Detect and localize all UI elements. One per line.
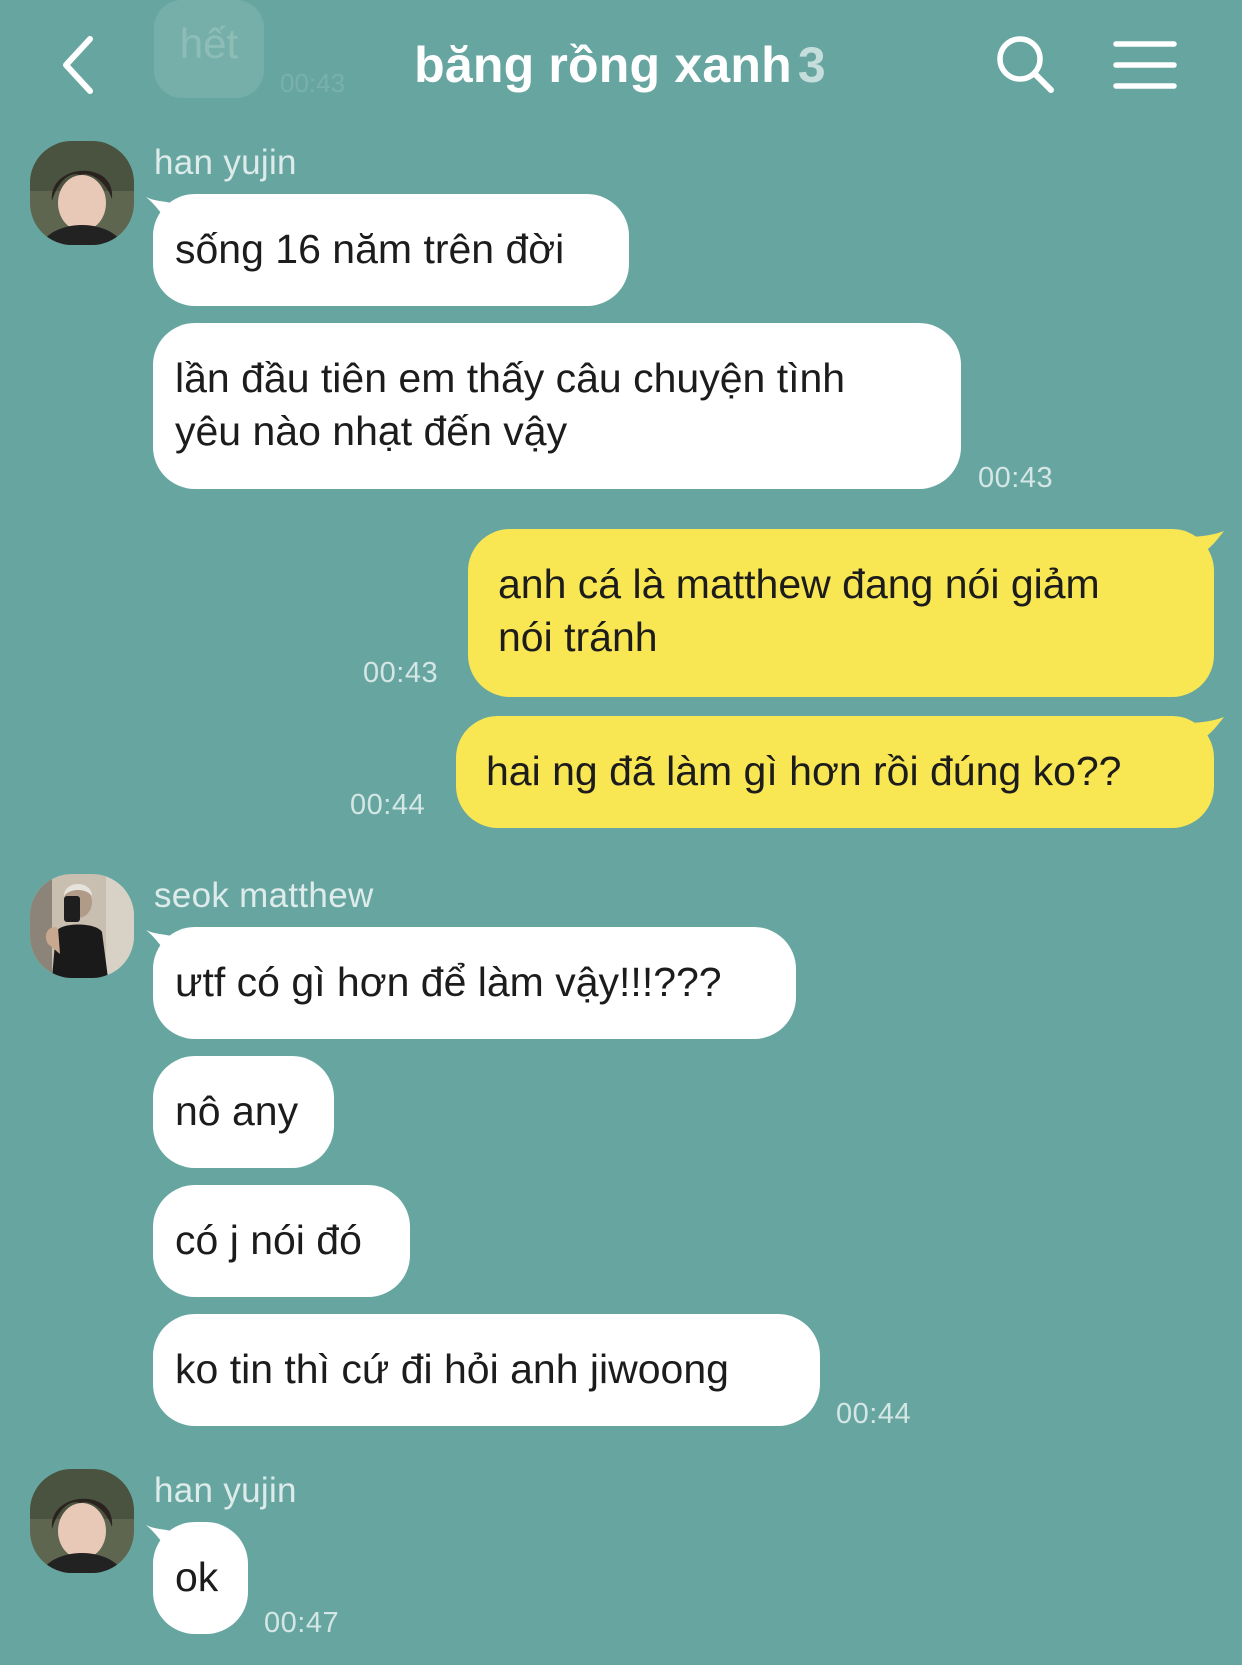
message-bubble[interactable]: ưtf có gì hơn để làm vậy!!!???: [153, 927, 796, 1039]
message-text-line: nói tránh: [498, 614, 658, 660]
message-bubble[interactable]: ko tin thì cứ đi hỏi anh jiwoong: [153, 1314, 820, 1426]
message-bubble[interactable]: có j nói đó: [153, 1185, 410, 1297]
faded-message-bubble: hết: [154, 0, 264, 98]
sender-name: han yujin: [154, 143, 297, 182]
message-time: 00:44: [350, 789, 426, 821]
message-bubble[interactable]: anh cá là matthew đang nói giảm nói trán…: [468, 529, 1214, 697]
chevron-left-icon: [63, 36, 93, 94]
faded-message-text: hết: [179, 20, 239, 67]
profile-photo-icon: [30, 141, 134, 245]
avatar-han-yujin[interactable]: [30, 141, 134, 245]
chat-name: băng rồng xanh: [414, 37, 792, 93]
message-text: nô any: [175, 1088, 299, 1134]
message-bubble[interactable]: ok: [153, 1522, 248, 1634]
message-text: ko tin thì cứ đi hỏi anh jiwoong: [175, 1346, 729, 1392]
message-time: 00:43: [978, 462, 1054, 494]
message-text: ưtf có gì hơn để làm vậy!!!???: [175, 959, 722, 1005]
avatar-han-yujin[interactable]: [30, 1469, 134, 1573]
member-count: 3: [797, 37, 826, 93]
message-bubble[interactable]: sống 16 năm trên đời: [153, 194, 629, 306]
message-bubble[interactable]: nô any: [153, 1056, 334, 1168]
search-icon: [997, 36, 1054, 93]
message-text-line: lần đầu tiên em thấy câu chuyện tình: [175, 355, 846, 401]
message-bubble[interactable]: hai ng đã làm gì hơn rồi đúng ko??: [456, 716, 1214, 828]
message-time: 00:44: [836, 1398, 912, 1430]
menu-icon: [1113, 41, 1177, 89]
message-text: có j nói đó: [175, 1217, 362, 1263]
sender-name: seok matthew: [154, 876, 374, 915]
message-text: ok: [175, 1554, 219, 1600]
message-time: 00:47: [264, 1607, 340, 1639]
menu-button[interactable]: [1112, 38, 1178, 92]
profile-photo-icon: [30, 1469, 134, 1573]
avatar-seok-matthew[interactable]: [30, 874, 134, 978]
message-text-line: anh cá là matthew đang nói giảm: [498, 561, 1100, 607]
sender-name: han yujin: [154, 1471, 297, 1510]
search-button[interactable]: [995, 34, 1057, 96]
profile-photo-icon: [30, 874, 134, 978]
message-text-line: yêu nào nhạt đến vậy: [175, 408, 568, 454]
message-text: hai ng đã làm gì hơn rồi đúng ko??: [486, 748, 1122, 794]
back-button[interactable]: [48, 30, 108, 100]
message-text: sống 16 năm trên đời: [175, 226, 565, 272]
message-bubble[interactable]: lần đầu tiên em thấy câu chuyện tình yêu…: [153, 323, 961, 489]
chat-title: băng rồng xanh 3: [300, 36, 940, 94]
message-time: 00:43: [363, 657, 439, 689]
